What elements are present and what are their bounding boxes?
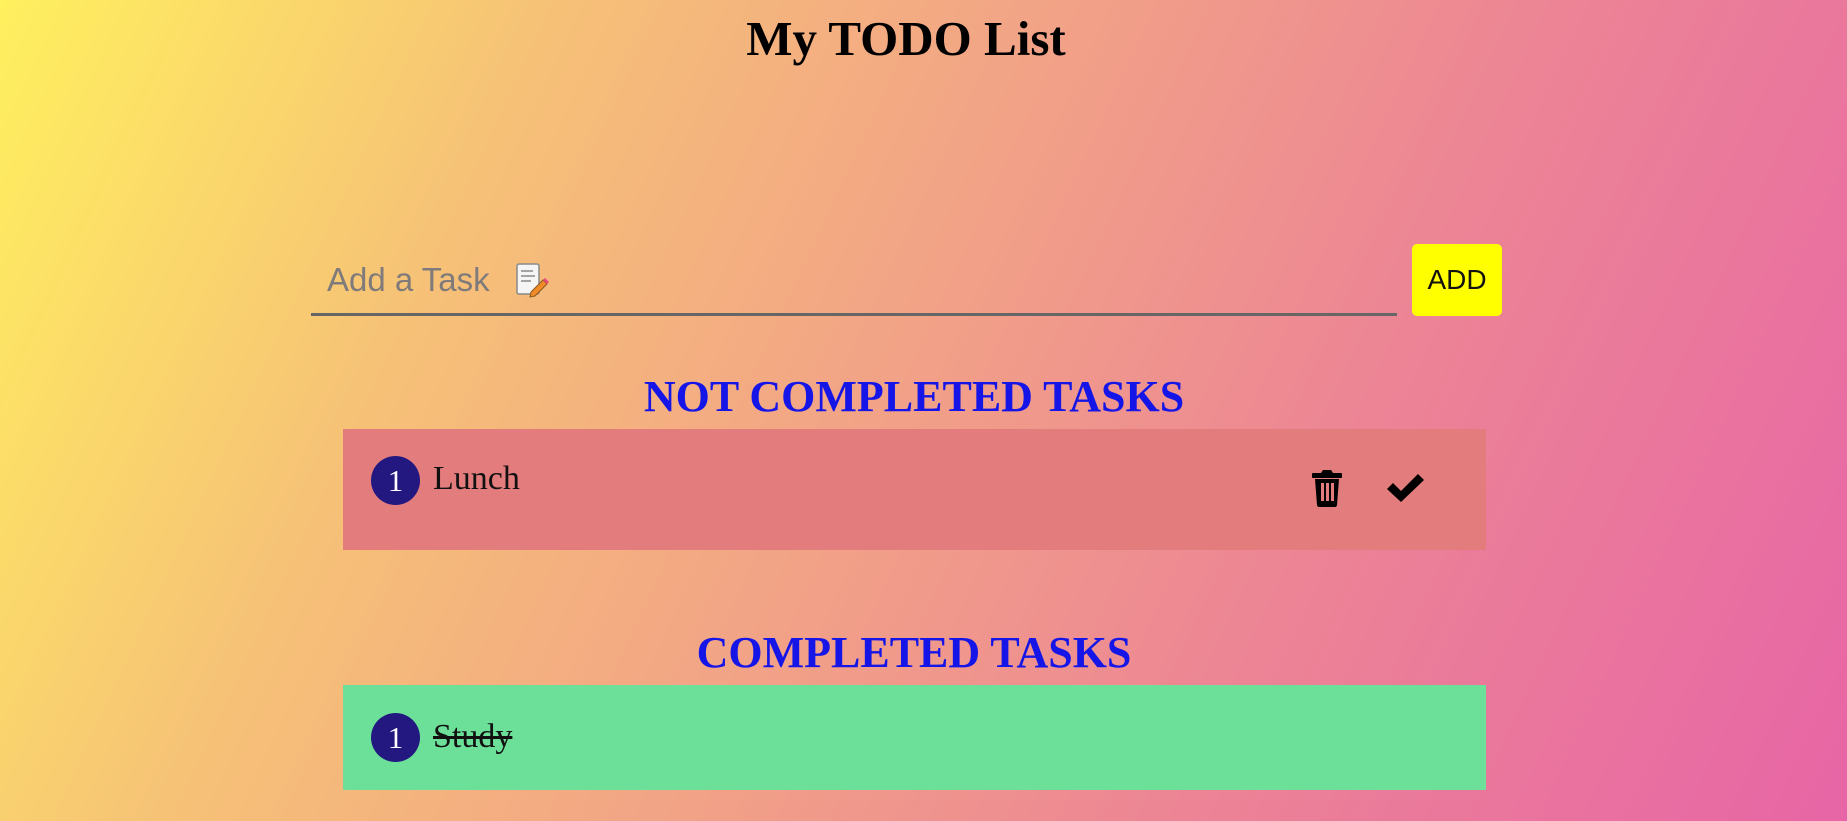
check-icon [1387,474,1424,502]
trash-icon [1312,470,1342,507]
completed-task-text: Study [433,718,513,755]
complete-task-button[interactable] [1383,466,1427,510]
task-text: Lunch [433,460,520,497]
task-number: 1 [371,456,420,505]
task-number: 1 [371,713,420,762]
task-input-row: ADD [311,244,1502,316]
not-completed-title: NOT COMPLETED TASKS [643,372,1185,421]
task-row: 1 Study [343,685,1486,790]
task-row: 1 Lunch [343,429,1486,550]
completed-title: COMPLETED TASKS [696,628,1132,677]
task-input[interactable] [311,246,1397,316]
add-button[interactable]: ADD [1412,244,1502,316]
page-title: My TODO List [746,11,1066,66]
delete-task-button[interactable] [1305,466,1349,510]
